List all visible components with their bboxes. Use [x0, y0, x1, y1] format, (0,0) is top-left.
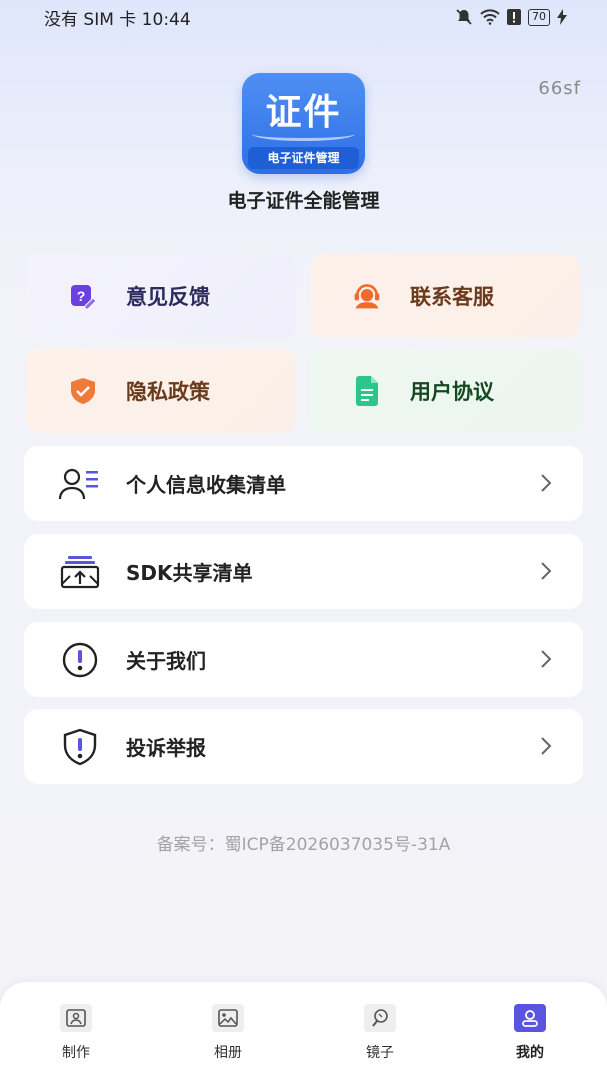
share-box-icon: [58, 552, 102, 592]
wifi-icon: [480, 9, 500, 25]
tab-mirror[interactable]: 镜子: [340, 1004, 420, 1062]
mirror-icon: [364, 1004, 396, 1032]
logo-book-shape: [252, 127, 355, 141]
portrait-frame-icon: [60, 1004, 92, 1032]
document-icon: [352, 376, 382, 406]
tab-album[interactable]: 相册: [188, 1004, 268, 1062]
shield-check-icon: [68, 376, 98, 406]
svg-text:?: ?: [77, 288, 86, 304]
gallery-icon: [212, 1004, 244, 1032]
logo-sub-text: 电子证件管理: [248, 147, 359, 169]
privacy-policy-tile[interactable]: 隐私政策: [26, 349, 296, 433]
battery-icon: 70: [528, 8, 550, 26]
tab-mine[interactable]: 我的: [490, 1004, 570, 1062]
personal-info-list-label: 个人信息收集清单: [126, 473, 286, 497]
feedback-tile[interactable]: ? 意见反馈: [26, 254, 296, 338]
app-name: 电子证件全能管理: [227, 190, 380, 212]
user-agreement-tile[interactable]: 用户协议: [310, 349, 580, 433]
bottom-tab-bar: 制作 相册 镜子 我的: [0, 982, 607, 1080]
mute-bell-icon: [456, 9, 472, 25]
status-icons: 70: [455, 8, 567, 26]
feedback-label: 意见反馈: [126, 285, 210, 309]
tab-make-label: 制作: [62, 1045, 90, 1061]
customer-service-label: 联系客服: [410, 285, 494, 309]
complaint-report-row[interactable]: 投诉举报: [24, 709, 583, 784]
chevron-right-icon: [541, 474, 552, 492]
report-shield-icon: [58, 727, 102, 767]
alert-icon: [507, 9, 521, 25]
chevron-right-icon: [541, 562, 552, 580]
status-bar: 没有 SIM 卡 10:44 70: [0, 0, 607, 34]
complaint-report-label: 投诉举报: [126, 736, 206, 760]
privacy-policy-label: 隐私政策: [126, 380, 210, 404]
sdk-share-list-label: SDK共享清单: [126, 561, 253, 585]
profile-icon: [514, 1004, 546, 1032]
user-list-icon: [58, 464, 102, 504]
sdk-share-list-row[interactable]: SDK共享清单: [24, 534, 583, 609]
about-us-label: 关于我们: [126, 649, 206, 673]
tab-mirror-label: 镜子: [366, 1045, 394, 1061]
customer-service-tile[interactable]: 联系客服: [310, 254, 580, 338]
chevron-right-icon: [541, 650, 552, 668]
feedback-edit-icon: ?: [68, 281, 98, 311]
personal-info-list-row[interactable]: 个人信息收集清单: [24, 446, 583, 521]
user-agreement-label: 用户协议: [410, 380, 494, 404]
tab-mine-label: 我的: [516, 1045, 544, 1061]
tab-album-label: 相册: [214, 1045, 242, 1061]
carrier-time: 没有 SIM 卡 10:44: [44, 9, 191, 30]
app-logo: 证件 电子证件管理: [242, 73, 365, 174]
customer-service-icon: [352, 281, 382, 311]
about-us-row[interactable]: 关于我们: [24, 622, 583, 697]
tab-make[interactable]: 制作: [36, 1004, 116, 1062]
charging-icon: [557, 9, 567, 25]
icp-record: 备案号：蜀ICP备2026037035号-31A: [156, 835, 451, 855]
info-circle-icon: [58, 640, 102, 680]
version-label: 66sf: [538, 78, 581, 99]
chevron-right-icon: [541, 737, 552, 755]
